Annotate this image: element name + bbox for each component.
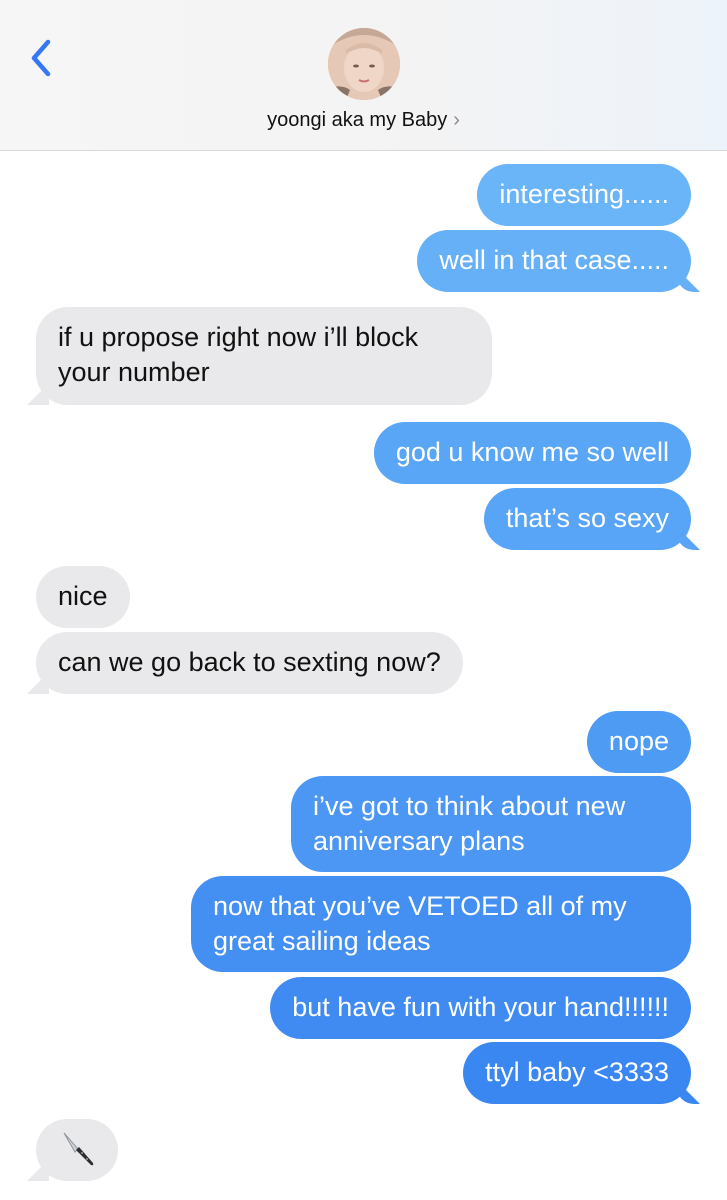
message-text: i’ve got to think about new anniversary … xyxy=(313,791,626,856)
knife-icon xyxy=(63,1132,94,1166)
contact-name-button[interactable]: yoongi aka my Baby › xyxy=(0,106,727,134)
message-text: nope xyxy=(608,726,669,756)
chevron-left-icon xyxy=(31,39,51,77)
avatar[interactable] xyxy=(328,28,400,100)
chevron-right-icon: › xyxy=(453,109,460,131)
conversation-header: yoongi aka my Baby › xyxy=(0,0,727,151)
message-bubble-sent[interactable]: that’s so sexy xyxy=(483,488,691,550)
message-text: god u know me so well xyxy=(395,437,669,467)
message-bubble-sent[interactable]: ttyl baby <3333 xyxy=(463,1042,691,1104)
message-text: interesting...... xyxy=(499,179,669,209)
message-bubble-sent[interactable]: god u know me so well xyxy=(373,422,691,484)
message-bubble-received[interactable]: nice xyxy=(36,566,130,628)
message-text: but have fun with your hand!!!!!! xyxy=(292,992,669,1022)
message-bubble-sent[interactable]: interesting...... xyxy=(477,164,691,226)
message-bubble-sent[interactable]: nope xyxy=(586,711,691,773)
message-text: ttyl baby <3333 xyxy=(485,1057,669,1087)
message-text: well in that case..... xyxy=(439,245,669,275)
message-bubble-received[interactable] xyxy=(36,1119,118,1181)
avatar-photo-icon xyxy=(328,28,400,100)
message-text: nice xyxy=(58,581,108,611)
message-text: now that you’ve VETOED all of my great s… xyxy=(213,891,627,956)
contact-name: yoongi aka my Baby xyxy=(267,109,448,131)
message-list[interactable]: interesting...... well in that case.....… xyxy=(0,151,727,1200)
back-button[interactable] xyxy=(26,36,60,80)
message-bubble-sent[interactable]: but have fun with your hand!!!!!! xyxy=(270,977,691,1039)
message-bubble-received[interactable]: can we go back to sexting now? xyxy=(36,632,463,694)
message-bubble-sent[interactable]: i’ve got to think about new anniversary … xyxy=(291,776,691,872)
message-text: if u propose right now i’ll block your n… xyxy=(58,322,419,387)
message-text: can we go back to sexting now? xyxy=(58,647,441,677)
message-text: that’s so sexy xyxy=(505,503,669,533)
message-bubble-sent[interactable]: well in that case..... xyxy=(417,230,691,292)
message-bubble-sent[interactable]: now that you’ve VETOED all of my great s… xyxy=(191,876,691,972)
message-bubble-received[interactable]: if u propose right now i’ll block your n… xyxy=(36,307,492,405)
